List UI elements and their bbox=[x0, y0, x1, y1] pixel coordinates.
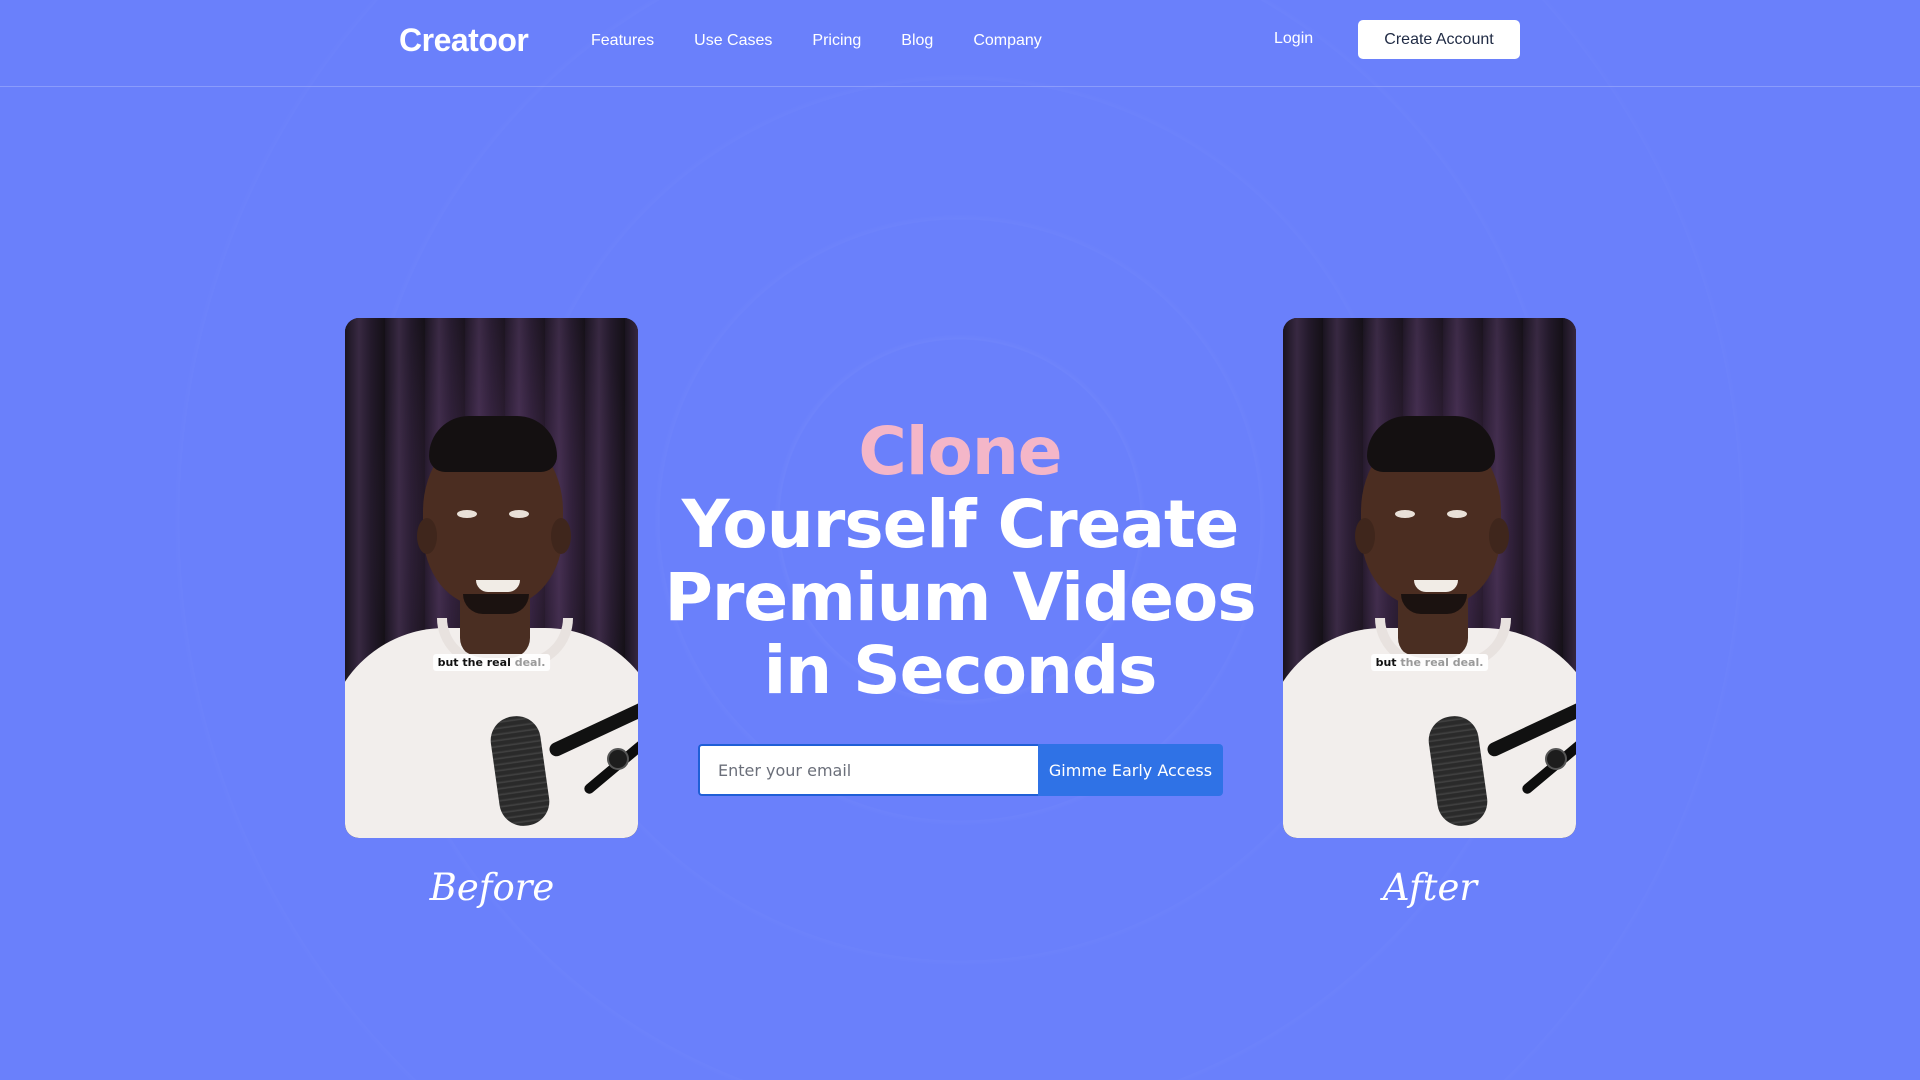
nav-item-blog[interactable]: Blog bbox=[901, 32, 933, 50]
after-label: After bbox=[1382, 866, 1478, 909]
nav-item-company[interactable]: Company bbox=[973, 32, 1041, 50]
main-nav: Features Use Cases Pricing Blog Company bbox=[591, 32, 1082, 50]
before-video-thumbnail[interactable]: but the real deal. bbox=[345, 318, 638, 838]
subtitle-caption: but the real deal. bbox=[432, 654, 551, 671]
email-input[interactable] bbox=[698, 744, 1038, 796]
nav-item-features[interactable]: Features bbox=[591, 32, 654, 50]
top-nav-bar: Creatoor Features Use Cases Pricing Blog… bbox=[0, 0, 1920, 87]
hero-line: in Seconds bbox=[763, 632, 1158, 709]
hero-line: Yourself Create bbox=[681, 486, 1240, 563]
nav-item-pricing[interactable]: Pricing bbox=[812, 32, 861, 50]
create-account-button[interactable]: Create Account bbox=[1358, 20, 1520, 59]
hero-headline: Clone Yourself Create Premium Videos in … bbox=[660, 415, 1260, 707]
early-access-button[interactable]: Gimme Early Access bbox=[1038, 744, 1223, 796]
before-label: Before bbox=[429, 866, 555, 909]
hero-line: Premium Videos bbox=[664, 559, 1257, 636]
brand-logo[interactable]: Creatoor bbox=[399, 22, 529, 59]
after-video-thumbnail[interactable]: but the real deal. bbox=[1283, 318, 1576, 838]
nav-item-use-cases[interactable]: Use Cases bbox=[694, 32, 772, 50]
login-link[interactable]: Login bbox=[1274, 30, 1313, 48]
subtitle-caption: but the real deal. bbox=[1370, 654, 1489, 671]
early-access-form: Gimme Early Access bbox=[698, 744, 1223, 796]
hero-accent-word: Clone bbox=[858, 413, 1062, 490]
